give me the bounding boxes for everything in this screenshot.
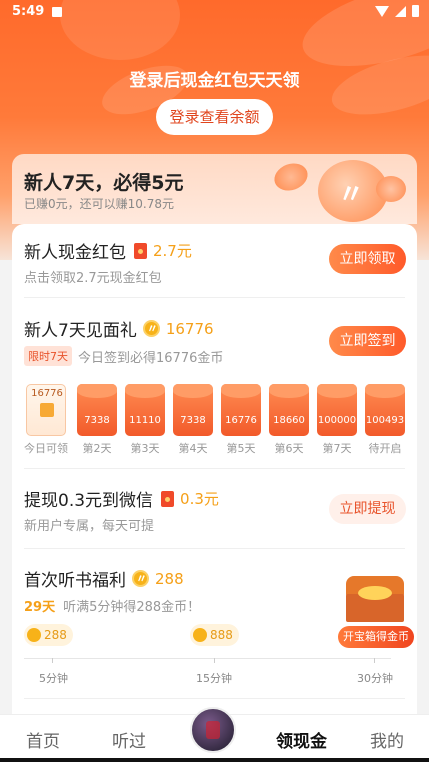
listen-progress-track (24, 658, 391, 659)
coin-icon (376, 176, 406, 202)
gold-coin-icon (142, 320, 160, 337)
milestone-coin-value: 888 (210, 628, 233, 642)
day-value: 100493 (365, 415, 405, 426)
tab-home[interactable]: 首页 (26, 727, 60, 752)
divider (24, 297, 405, 298)
notification-icon (52, 7, 62, 17)
battery-icon (412, 5, 419, 17)
signal-icon (395, 5, 406, 17)
withdraw-button[interactable]: 立即提现 (329, 494, 406, 524)
claim-cash-button[interactable]: 立即领取 (329, 244, 406, 274)
gift-icon (40, 403, 54, 417)
day-card: 11110 (125, 384, 165, 436)
day-card: 18660 (269, 384, 309, 436)
day-card: 7338 (77, 384, 117, 436)
divider (24, 698, 405, 699)
day-card: 16776 (221, 384, 261, 436)
day-label: 第2天 (82, 442, 112, 455)
status-icons (375, 5, 419, 17)
day-value: 100000 (317, 415, 357, 426)
day-value: 7338 (180, 415, 206, 426)
status-bar: 5:49 (0, 0, 429, 24)
wifi-icon (375, 5, 389, 17)
day-label: 待开启 (368, 442, 402, 455)
withdraw-desc: 新用户专属，每天可提 (24, 519, 155, 534)
day-value: 16776 (225, 415, 257, 426)
divider (24, 548, 405, 549)
gold-coin-icon (27, 628, 41, 642)
newbie-banner: 新人7天，必得5元 已赚0元，还可以赚10.78元 (12, 154, 417, 224)
milestone-coins: 288 (24, 624, 73, 646)
seven-day-desc-row: 限时7天 今日签到必得16776金币 (24, 346, 223, 366)
first-listen-title-row: 首次听书福利 288 (24, 566, 184, 592)
coin-icon (270, 158, 312, 196)
sign-in-button[interactable]: 立即签到 (329, 326, 406, 356)
day-card-today[interactable]: 16776 (26, 384, 66, 436)
day-value: 16776 (31, 388, 63, 399)
first-listen-desc: 听满5分钟得288金币！ (63, 600, 201, 615)
day-label: 第3天 (130, 442, 160, 455)
day-value: 18660 (273, 415, 305, 426)
gesture-bar (0, 758, 429, 762)
day-label: 第4天 (178, 442, 208, 455)
first-listen-desc-row: 29天 听满5分钟得288金币！ (24, 596, 200, 615)
day-label: 第5天 (226, 442, 256, 455)
milestone-label: 5分钟 (39, 672, 68, 685)
day-value: 7338 (84, 415, 110, 426)
login-button[interactable]: 登录查看余额 (156, 99, 273, 135)
day-value: 11110 (129, 415, 161, 426)
now-playing-avatar[interactable] (190, 707, 236, 753)
withdraw-reward: 0.3元 (180, 490, 219, 508)
tab-cash[interactable]: 领现金 (276, 727, 327, 752)
milestone-tick (52, 658, 53, 663)
gold-coin-icon (193, 628, 207, 642)
seven-day-desc: 今日签到必得16776金币 (78, 350, 224, 366)
withdraw-title-row: 提现0.3元到微信 0.3元 (24, 486, 219, 511)
limited-tag: 限时7天 (24, 346, 72, 366)
seven-day-reward: 16776 (165, 319, 214, 338)
red-envelope-icon (134, 242, 147, 259)
treasure-chest-icon[interactable] (346, 576, 404, 622)
day-card: 100493 (365, 384, 405, 436)
day-card: 100000 (317, 384, 357, 436)
milestone-coin-value: 288 (44, 628, 67, 642)
milestone-label: 15分钟 (196, 672, 232, 685)
day-label: 第6天 (274, 442, 304, 455)
cash-packet-title: 新人现金红包 (24, 243, 126, 263)
divider (24, 468, 405, 469)
tab-listened[interactable]: 听过 (112, 727, 146, 752)
milestone-tick (214, 658, 215, 663)
milestone-coins: 888 (190, 624, 239, 646)
milestone-tick (374, 658, 375, 663)
cash-packet-desc: 点击领取2.7元现金红包 (24, 271, 162, 286)
red-envelope-icon (161, 490, 175, 507)
first-listen-days: 29天 (24, 600, 56, 615)
day-label: 今日可领 (24, 442, 68, 455)
open-treasure-button[interactable]: 开宝箱得金币 (338, 626, 414, 648)
first-listen-reward: 288 (155, 569, 184, 588)
withdraw-title: 提现0.3元到微信 (24, 491, 154, 511)
seven-day-title: 新人7天见面礼 (24, 321, 137, 341)
day-card: 7338 (173, 384, 213, 436)
first-listen-title: 首次听书福利 (24, 571, 126, 591)
gold-coin-icon (132, 570, 149, 587)
seven-day-title-row: 新人7天见面礼 16776 (24, 316, 214, 342)
milestone-label: 30分钟 (357, 672, 393, 685)
cash-packet-title-row: 新人现金红包 2.7元 (24, 238, 192, 263)
status-time: 5:49 (12, 4, 45, 19)
day-label: 第7天 (322, 442, 352, 455)
hero-title: 登录后现金红包天天领 (129, 71, 300, 91)
tab-mine[interactable]: 我的 (370, 727, 404, 752)
cash-packet-reward: 2.7元 (153, 242, 192, 260)
newbie-subtitle: 已赚0元，还可以赚10.78元 (24, 197, 174, 211)
newbie-title: 新人7天，必得5元 (24, 172, 184, 194)
